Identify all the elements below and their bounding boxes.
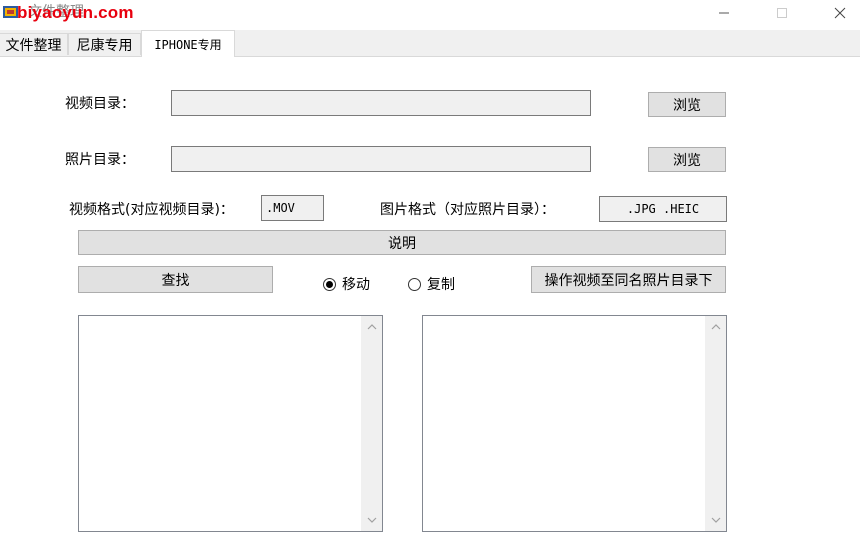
close-icon — [834, 7, 846, 19]
copy-radio-label: 复制 — [427, 277, 455, 293]
description-button[interactable]: 说明 — [78, 230, 726, 255]
scroll-up-icon[interactable] — [366, 322, 378, 332]
scroll-up-icon[interactable] — [710, 322, 722, 332]
video-dir-input[interactable] — [171, 90, 591, 116]
minimize-button[interactable] — [704, 0, 744, 26]
tab-file-organize[interactable]: 文件整理 — [0, 33, 68, 55]
close-button[interactable] — [820, 0, 860, 26]
move-radio[interactable]: 移动 — [323, 274, 370, 294]
video-format-input[interactable]: .MOV — [261, 195, 324, 221]
right-scrollbar[interactable] — [705, 316, 726, 531]
video-dir-label: 视频目录： — [65, 96, 135, 112]
move-radio-label: 移动 — [342, 277, 370, 293]
watermark-text: biyaoyun.com — [17, 3, 134, 22]
radio-checked-icon — [323, 277, 336, 291]
maximize-button[interactable] — [762, 0, 802, 26]
find-button[interactable]: 查找 — [78, 266, 273, 293]
image-format-label: 图片格式（对应照片目录）： — [380, 202, 555, 218]
left-scrollbar[interactable] — [361, 316, 382, 531]
browse-photo-button[interactable]: 浏览 — [648, 147, 726, 172]
image-format-input[interactable]: .JPG .HEIC — [599, 196, 727, 222]
radio-unchecked-icon — [408, 277, 421, 291]
right-listbox[interactable] — [422, 315, 727, 532]
minimize-icon — [719, 12, 729, 14]
copy-radio[interactable]: 复制 — [408, 274, 455, 294]
scroll-down-icon[interactable] — [710, 515, 722, 525]
browse-video-button[interactable]: 浏览 — [648, 92, 726, 117]
video-format-label: 视频格式(对应视频目录)： — [69, 202, 234, 218]
photo-dir-input[interactable] — [171, 146, 591, 172]
left-listbox[interactable] — [78, 315, 383, 532]
tab-iphone[interactable]: IPHONE专用 — [141, 30, 235, 57]
maximize-icon — [777, 8, 787, 18]
tab-nikon[interactable]: 尼康专用 — [68, 33, 141, 55]
scroll-down-icon[interactable] — [366, 515, 378, 525]
photo-dir-label: 照片目录： — [65, 152, 135, 168]
operate-video-button[interactable]: 操作视频至同名照片目录下 — [531, 266, 726, 293]
